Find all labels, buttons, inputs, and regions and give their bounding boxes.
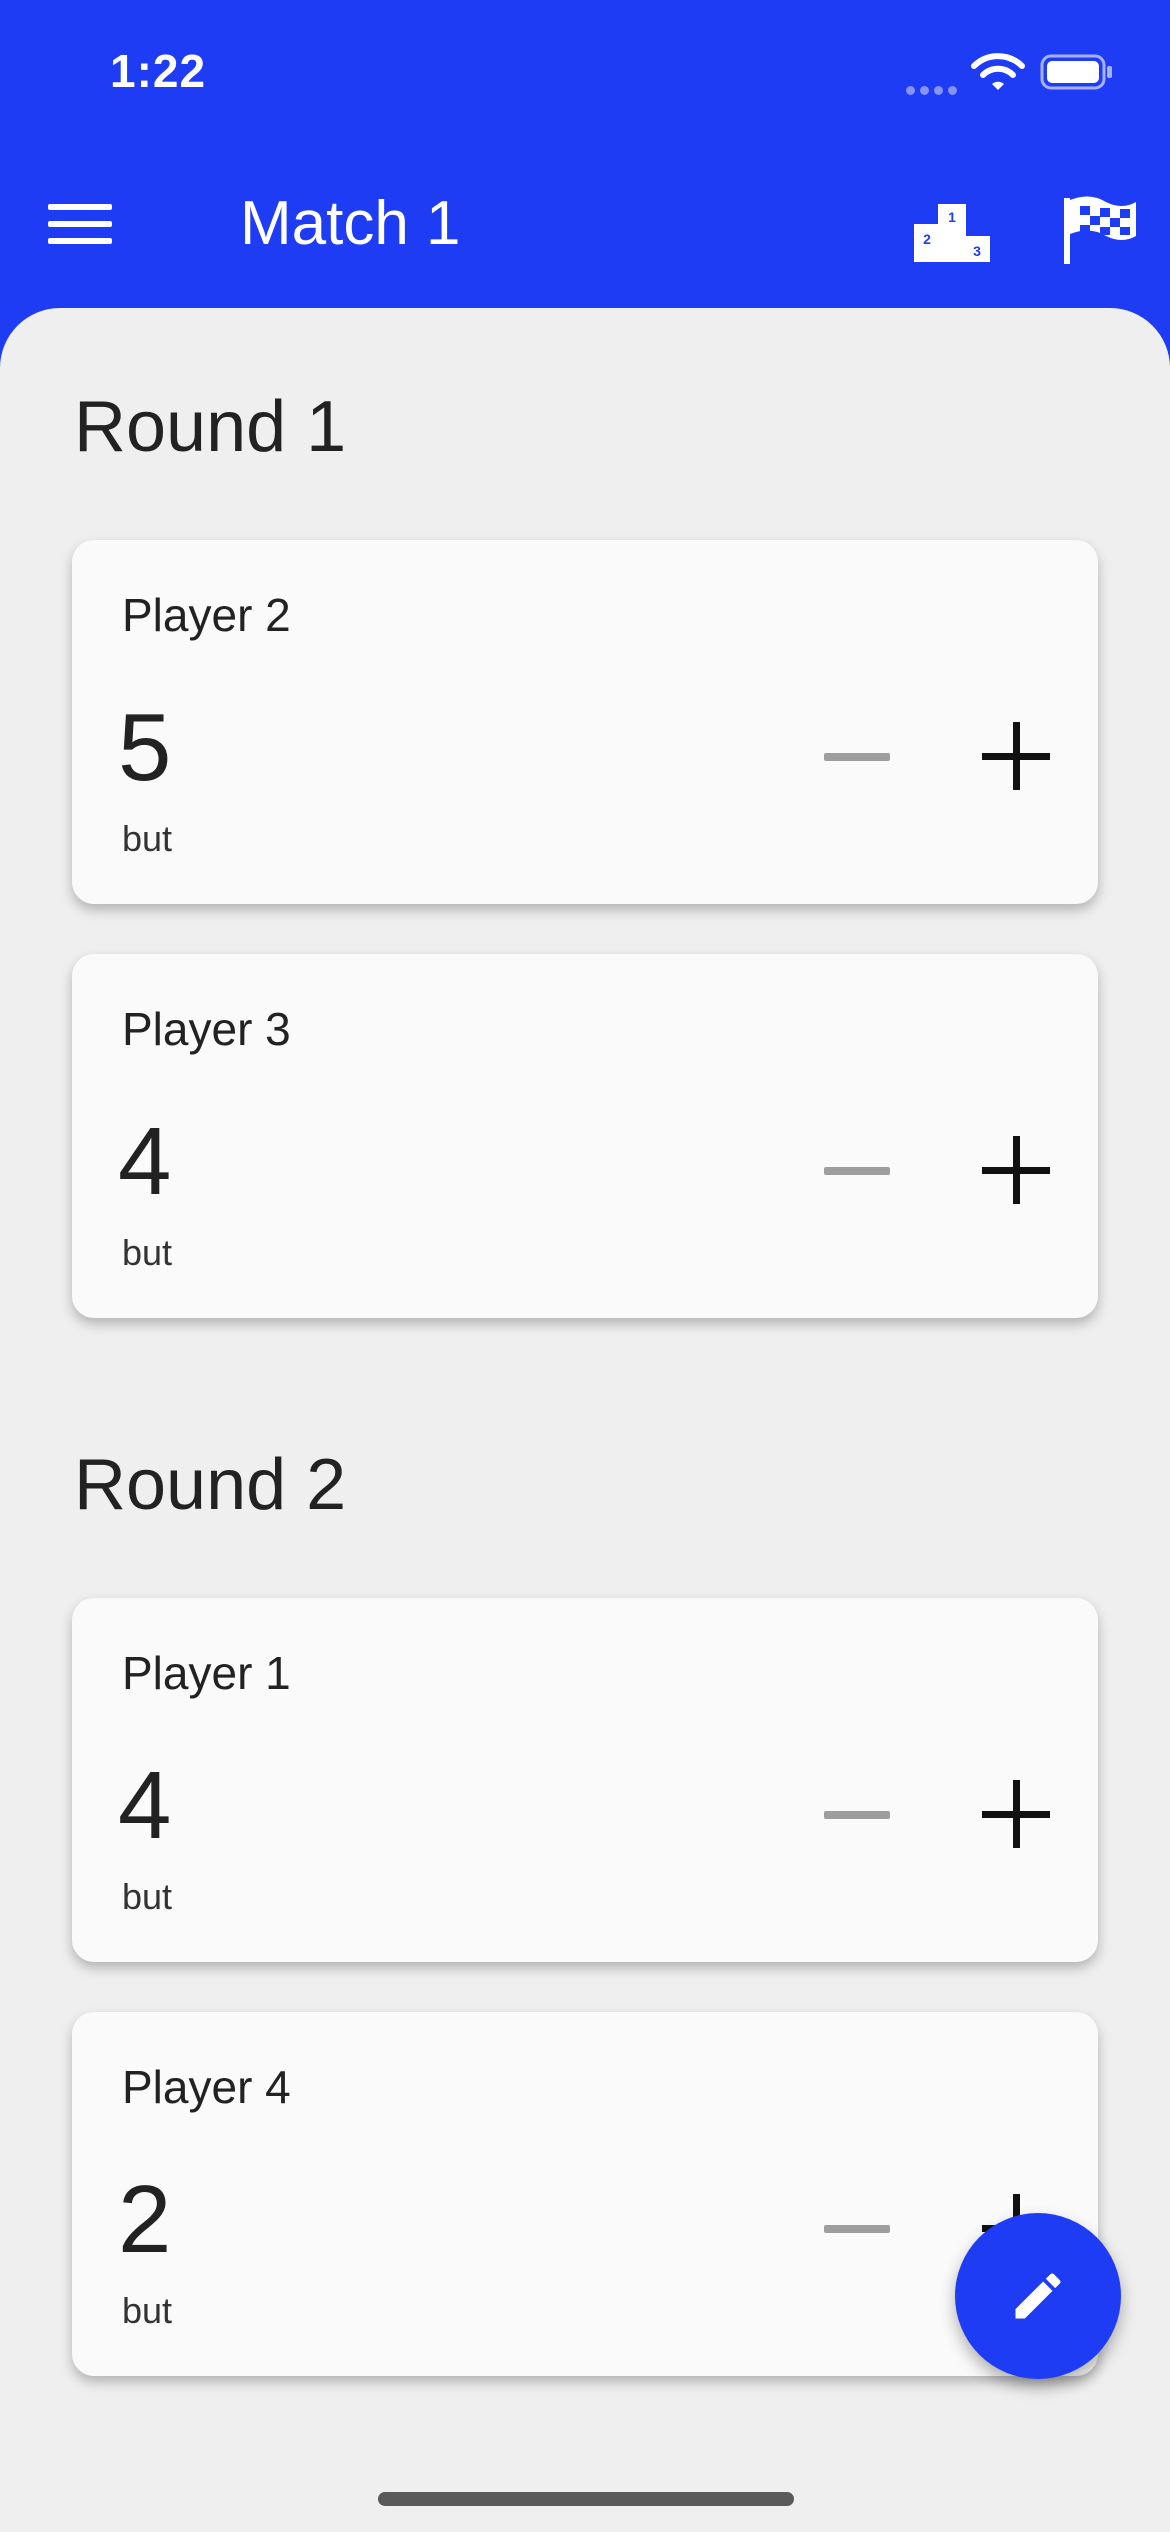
- increment-button[interactable]: [982, 722, 1050, 790]
- player-card: Player 4 2 but: [72, 2012, 1098, 2376]
- minus-icon: [824, 2225, 890, 2233]
- player-card: Player 2 5 but: [72, 540, 1098, 904]
- player-name: Player 2: [122, 589, 291, 641]
- score-unit: but: [122, 1876, 173, 1917]
- score-unit: but: [122, 1232, 173, 1273]
- page-title: Match 1: [240, 189, 461, 258]
- minus-icon: [824, 1811, 890, 1819]
- player-name: Player 4: [122, 2061, 291, 2113]
- player-card: Player 1 4 but: [72, 1598, 1098, 1962]
- decrement-button[interactable]: [824, 752, 890, 762]
- decrement-button[interactable]: [824, 1166, 890, 1176]
- minus-icon: [824, 753, 890, 761]
- player-score: 4: [118, 1752, 172, 1859]
- score-unit: but: [122, 2290, 173, 2331]
- player-score: 5: [118, 694, 172, 801]
- round-title: Round 1: [74, 387, 347, 467]
- minus-icon: [824, 1167, 890, 1175]
- player-card: Player 3 4 but: [72, 954, 1098, 1318]
- wifi-icon: [971, 53, 1025, 90]
- round-title: Round 2: [74, 1445, 347, 1525]
- battery-icon: [1040, 54, 1112, 90]
- svg-text:2: 2: [923, 231, 931, 247]
- player-score: 2: [118, 2166, 172, 2273]
- podium-icon[interactable]: 1 2 3: [912, 200, 992, 264]
- edit-button[interactable]: [955, 2213, 1121, 2379]
- score-unit: but: [122, 818, 173, 859]
- increment-button[interactable]: [982, 1780, 1050, 1848]
- player-name: Player 3: [122, 1003, 291, 1055]
- pencil-icon: [1015, 2273, 1061, 2319]
- decrement-button[interactable]: [824, 1810, 890, 1820]
- status-bar: 1:22: [0, 0, 1170, 150]
- increment-button[interactable]: [982, 1136, 1050, 1204]
- menu-icon[interactable]: [48, 204, 112, 254]
- decrement-button[interactable]: [824, 2224, 890, 2234]
- cellular-signal-icon: [906, 82, 962, 100]
- app-bar: Match 1 1 2 3: [0, 150, 1170, 310]
- checkered-flag-icon[interactable]: [1060, 190, 1140, 270]
- player-score: 4: [118, 1108, 172, 1215]
- svg-text:1: 1: [948, 209, 956, 225]
- player-name: Player 1: [122, 1647, 291, 1699]
- home-indicator[interactable]: [378, 2492, 794, 2506]
- svg-text:3: 3: [973, 243, 981, 259]
- rounds-list: Round 1 Player 2 5 but Player 3 4 but Ro…: [0, 308, 1170, 2532]
- status-time: 1:22: [110, 45, 207, 97]
